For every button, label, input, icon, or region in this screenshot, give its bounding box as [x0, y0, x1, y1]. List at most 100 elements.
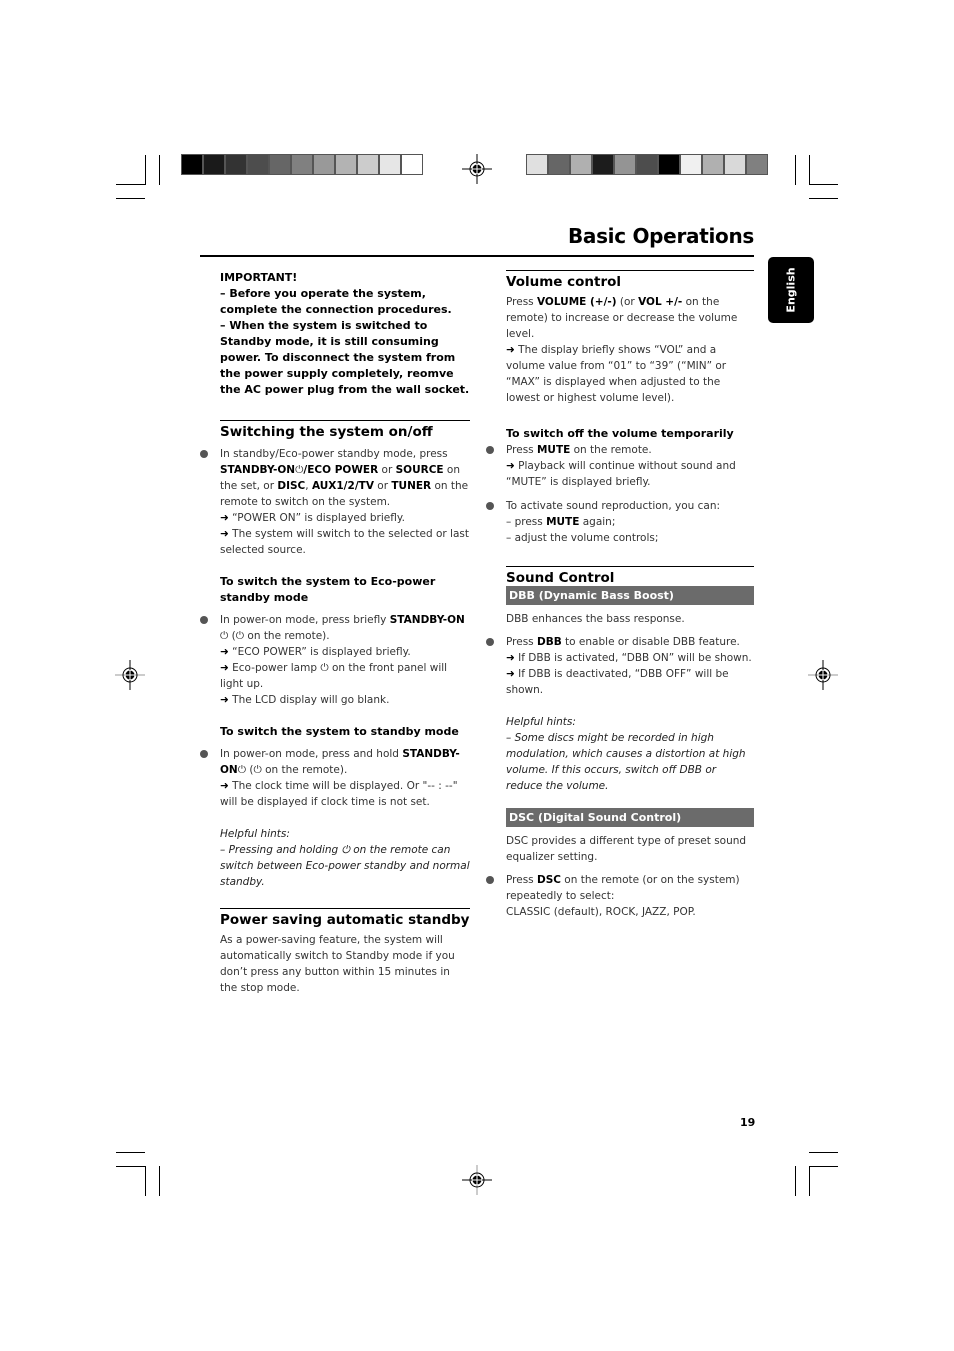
crop-mark [809, 198, 838, 199]
list-item: Press DBB to enable or disable DBB featu… [486, 634, 754, 698]
grayscale-bar-left [181, 154, 423, 175]
important-heading: IMPORTANT! [220, 271, 298, 284]
language-tab: English [768, 257, 814, 323]
crop-mark [116, 184, 145, 185]
key-label: SOURCE [395, 464, 444, 476]
key-label: VOL +/- [638, 296, 683, 308]
important-line: – Before you operate the system, complet… [220, 287, 452, 316]
helpful-hints: Helpful hints: – Some discs might be rec… [506, 714, 754, 794]
color-swatch [747, 155, 767, 174]
dbb-band: DBB (Dynamic Bass Boost) [506, 586, 754, 605]
key-label: TUNER [391, 480, 432, 492]
color-swatch [725, 155, 745, 174]
important-notice: IMPORTANT! – Before you operate the syst… [220, 270, 470, 398]
power-icon: ⏻ [237, 764, 247, 776]
section-heading-switching: Switching the system on/off [220, 420, 470, 440]
color-swatch [703, 155, 723, 174]
color-swatch [571, 155, 591, 174]
list-item: In standby/Eco-power standby mode, press… [200, 446, 470, 558]
power-icon: ⏻ [341, 844, 350, 856]
title-rule [200, 255, 754, 257]
color-swatch [204, 155, 224, 174]
bullet-icon [200, 616, 208, 624]
key-label: MUTE [536, 444, 571, 456]
color-swatch [358, 155, 378, 174]
crop-mark [795, 155, 796, 185]
crop-mark [116, 1152, 145, 1153]
arrow-icon: ➜ [506, 460, 515, 472]
registration-mark-icon [808, 660, 838, 690]
key-label: /ECO POWER [303, 464, 379, 476]
list-item: Press DSC on the remote (or on the syste… [486, 872, 754, 920]
power-icon: ⏻ [253, 764, 262, 776]
crop-mark [159, 1166, 160, 1196]
crop-mark [116, 198, 145, 199]
crop-mark [809, 1152, 838, 1153]
list-item: Press MUTE on the remote. ➜ Playback wil… [486, 442, 754, 490]
arrow-icon: ➜ [220, 694, 229, 706]
key-label: STANDBY-ON [389, 614, 465, 626]
arrow-icon: ➜ [220, 780, 229, 792]
paragraph: As a power-saving feature, the system wi… [220, 934, 455, 994]
key-label: STANDBY-ON [220, 464, 296, 476]
crop-mark [809, 1166, 810, 1196]
crop-mark [809, 184, 838, 185]
color-swatch [615, 155, 635, 174]
bullet-icon [200, 750, 208, 758]
power-icon: ⏻ [235, 630, 245, 642]
key-label: DSC [536, 874, 561, 886]
hint-label: Helpful hints: [220, 828, 290, 840]
color-swatch [182, 155, 202, 174]
power-icon: ⏻ [220, 630, 229, 642]
color-swatch [292, 155, 312, 174]
color-swatch [226, 155, 246, 174]
list-item: To activate sound reproduction, you can:… [486, 498, 754, 546]
hint-label: Helpful hints: [506, 716, 576, 728]
key-label: MUTE [546, 516, 580, 528]
registration-mark-icon [462, 154, 492, 184]
crop-mark [116, 1166, 145, 1167]
color-swatch [681, 155, 701, 174]
arrow-icon: ➜ [220, 528, 229, 540]
bullet-icon [486, 876, 494, 884]
bullet-icon [486, 638, 494, 646]
right-column: Volume control Press VOLUME (+/-) (or VO… [486, 270, 754, 920]
color-swatch [314, 155, 334, 174]
section-heading-volume: Volume control [506, 270, 754, 290]
subheading-eco: To switch the system to Eco-power standb… [220, 575, 436, 604]
color-swatch [527, 155, 547, 174]
subheading-mute: To switch off the volume temporarily [506, 427, 734, 440]
arrow-icon: ➜ [506, 344, 515, 356]
key-label: DISC [277, 480, 306, 492]
registration-mark-icon [115, 660, 145, 690]
bullet-icon [486, 502, 494, 510]
crop-mark [809, 1166, 838, 1167]
language-tab-label: English [784, 267, 798, 313]
page-title: Basic Operations [567, 224, 754, 248]
subheading-standby: To switch the system to standby mode [220, 725, 459, 738]
registration-mark-icon [462, 1165, 492, 1195]
paragraph: Press VOLUME (+/-) (or VOL +/- on the re… [506, 296, 738, 404]
color-swatch [549, 155, 569, 174]
key-label: VOLUME (+/-) [536, 296, 617, 308]
color-swatch [336, 155, 356, 174]
color-swatch [248, 155, 268, 174]
page-number: 19 [740, 1116, 756, 1129]
bullet-icon [486, 446, 494, 454]
bullet-icon [200, 450, 208, 458]
color-swatch [593, 155, 613, 174]
crop-mark [795, 1166, 796, 1196]
color-swatch [637, 155, 657, 174]
key-label: AUX1/2/TV [311, 480, 374, 492]
arrow-icon: ➜ [220, 662, 229, 674]
left-column: IMPORTANT! – Before you operate the syst… [200, 270, 470, 996]
crop-mark [159, 155, 160, 185]
list-item: In power-on mode, press briefly STANDBY-… [200, 612, 470, 708]
list-item: In power-on mode, press and hold STANDBY… [200, 746, 470, 810]
arrow-icon: ➜ [506, 652, 515, 664]
color-swatch [659, 155, 679, 174]
grayscale-bar-right [526, 154, 768, 175]
section-heading-power-saving: Power saving automatic standby [220, 908, 470, 928]
arrow-icon: ➜ [506, 668, 515, 680]
power-icon: ⏻ [320, 662, 329, 674]
